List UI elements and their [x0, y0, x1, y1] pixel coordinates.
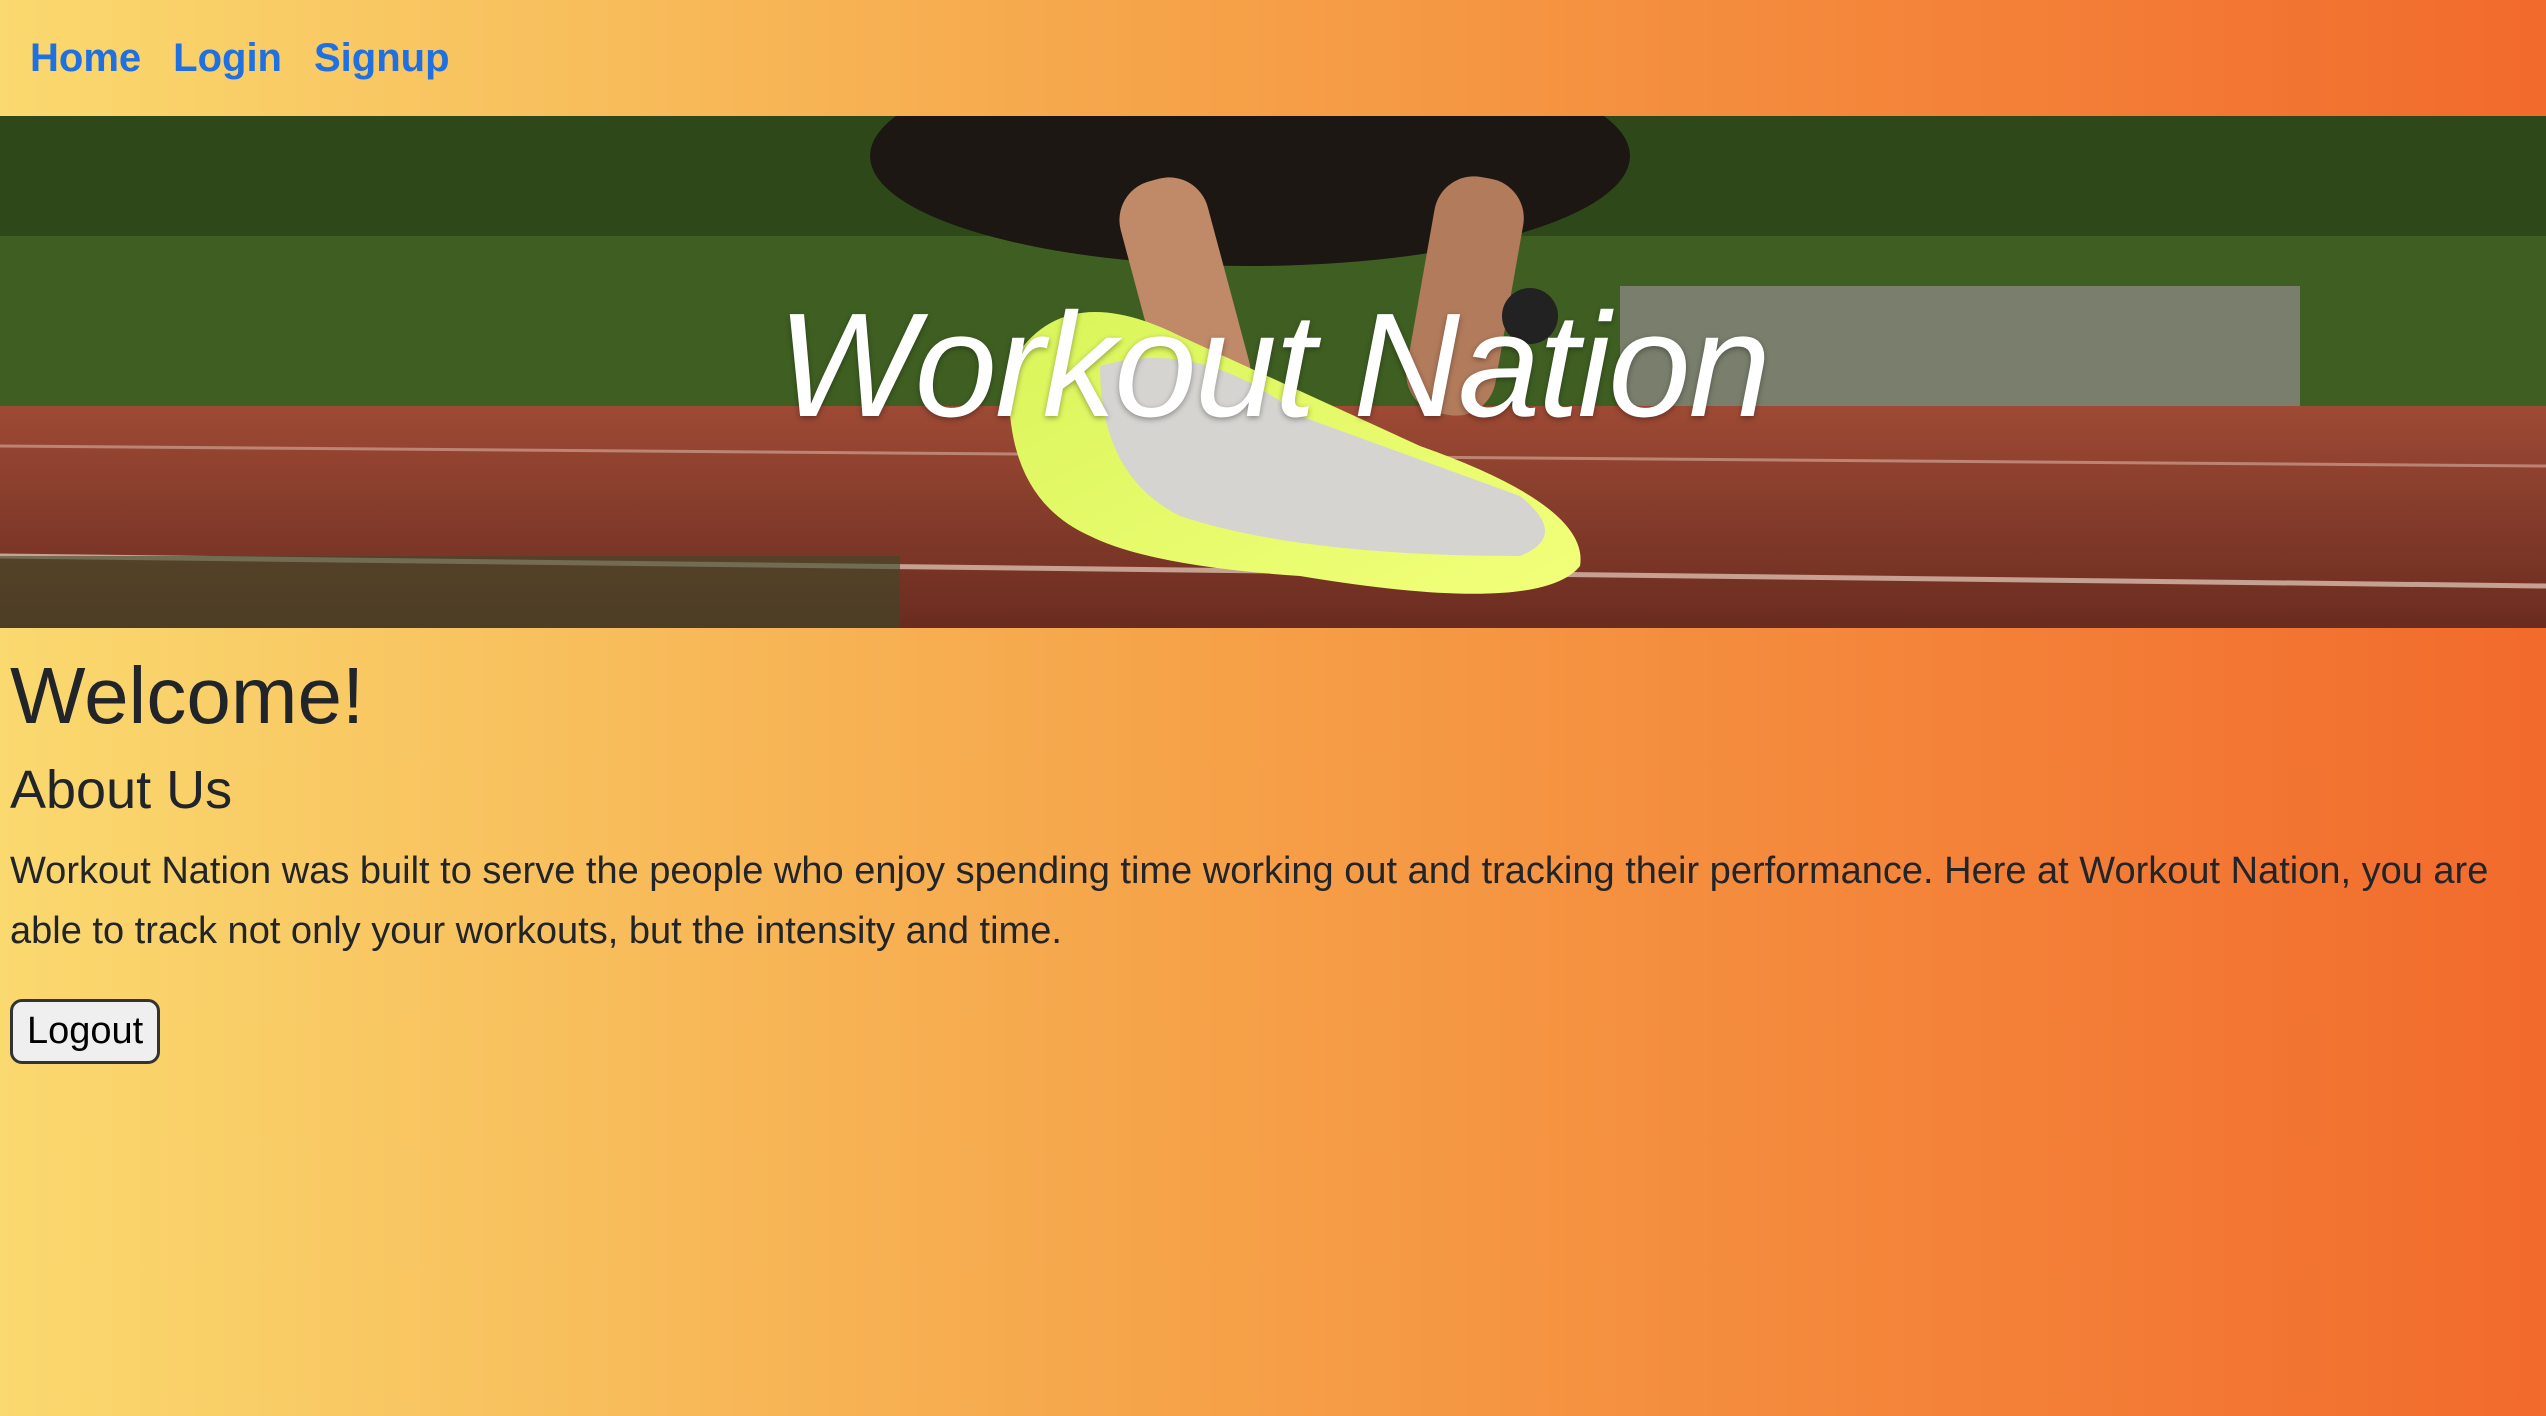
- nav-home-link[interactable]: Home: [30, 36, 141, 81]
- nav-login-link[interactable]: Login: [173, 36, 282, 81]
- about-heading: About Us: [10, 760, 233, 820]
- page: Home Login Signup Workout Nation Welcome…: [0, 0, 2546, 1416]
- hero-title: Workout Nation: [777, 283, 1771, 448]
- nav-signup-link[interactable]: Signup: [314, 36, 450, 81]
- main-content: Welcome! About Us Workout Nation was bui…: [0, 648, 2546, 1064]
- logout-button[interactable]: Logout: [10, 998, 161, 1064]
- about-text: Workout Nation was built to serve the pe…: [10, 849, 2489, 952]
- navbar: Home Login Signup: [0, 0, 2546, 116]
- welcome-heading: Welcome!: [10, 651, 365, 740]
- hero-banner: Workout Nation: [0, 116, 2546, 628]
